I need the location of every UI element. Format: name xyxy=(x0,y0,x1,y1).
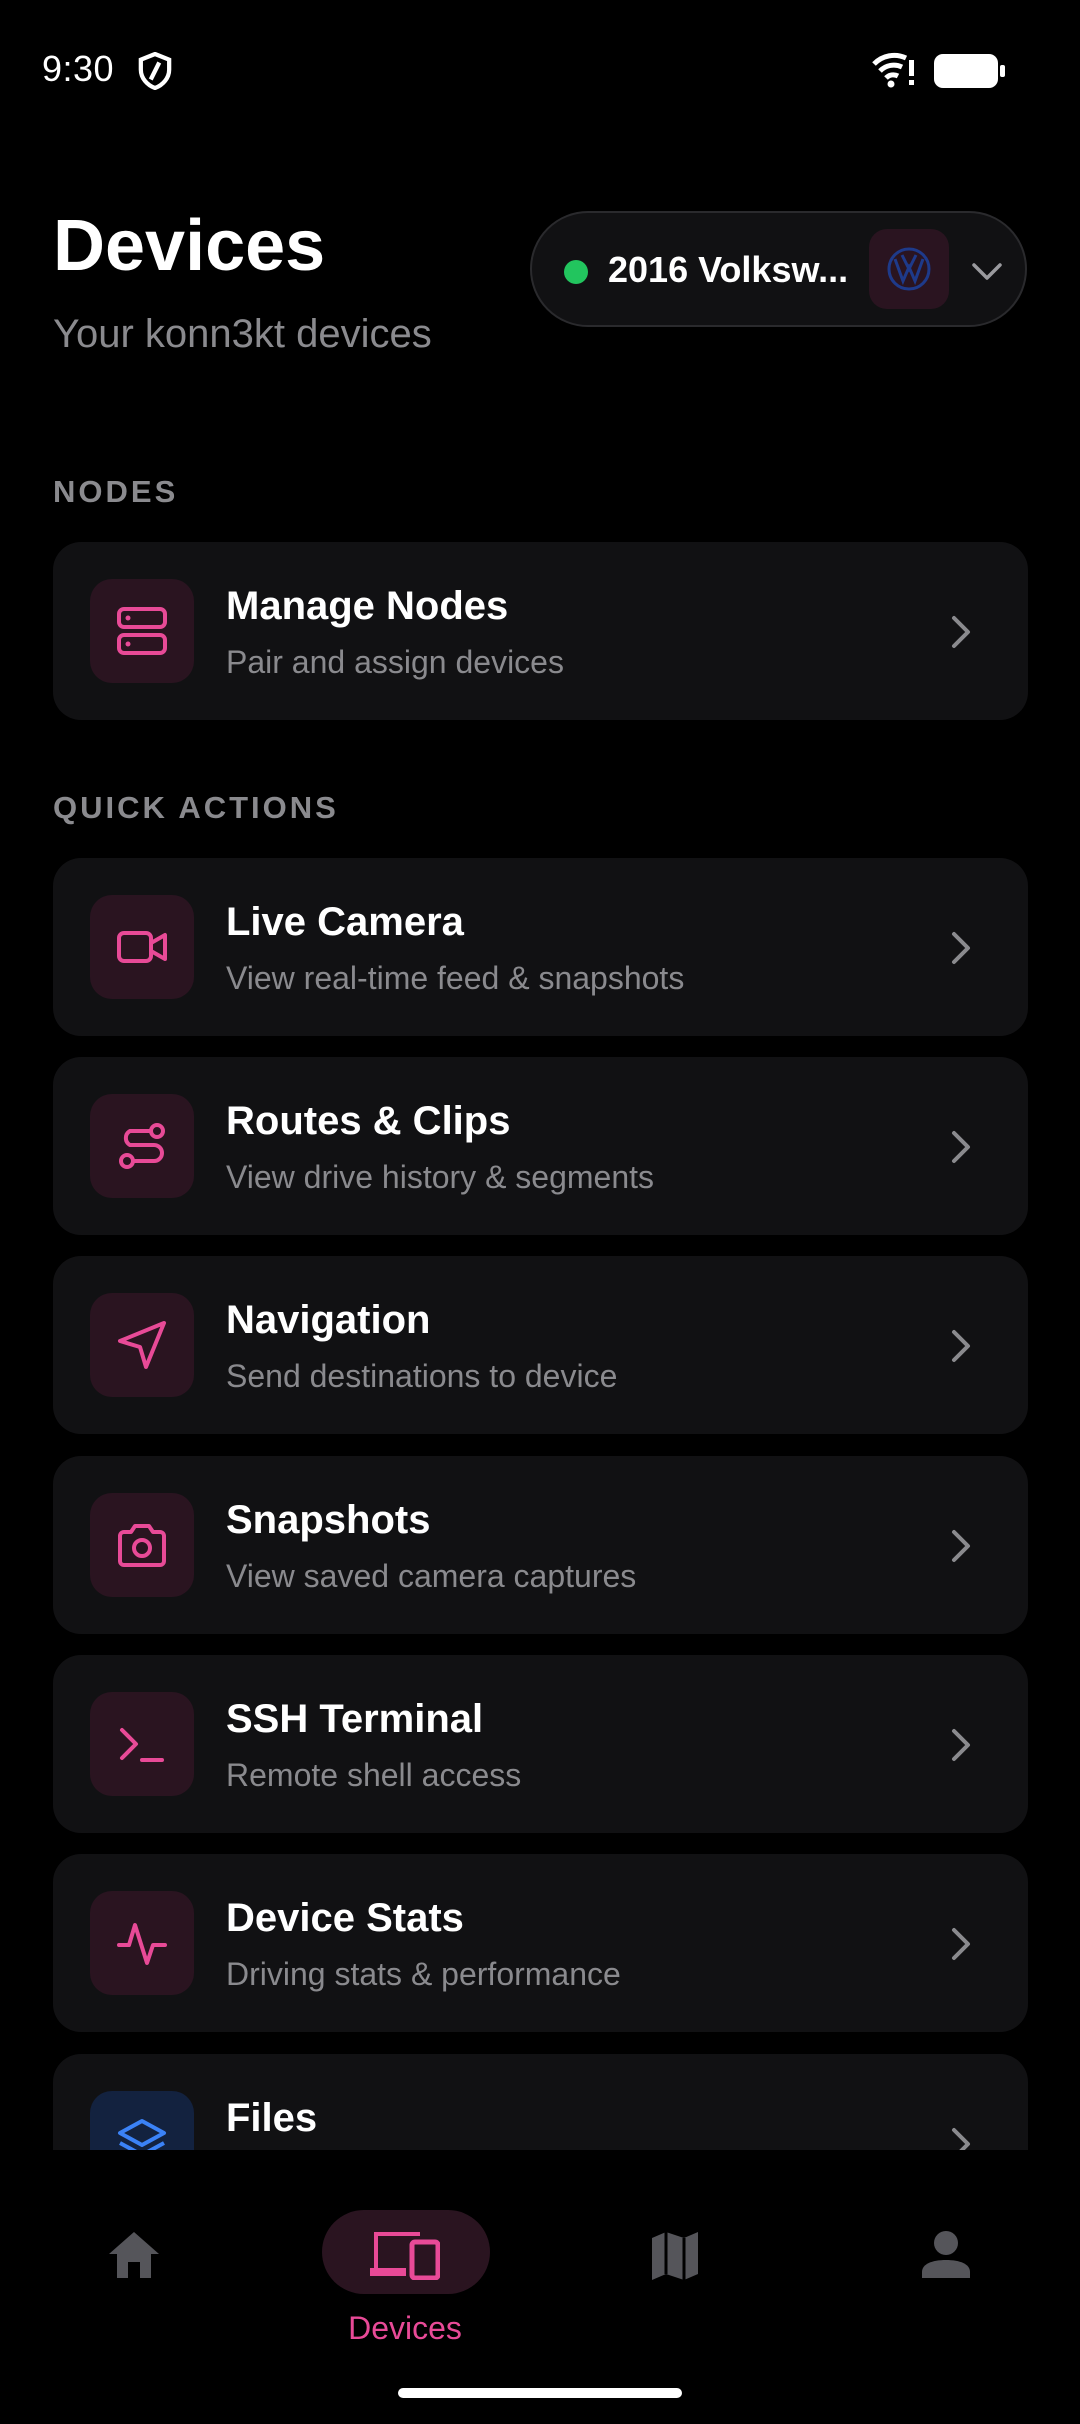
status-time: 9:30 xyxy=(42,48,115,89)
card-snapshots[interactable]: Snapshots View saved camera captures xyxy=(53,1456,1028,1634)
nav-label-devices: Devices xyxy=(348,2310,462,2346)
server-icon-tile xyxy=(90,579,194,683)
card-manage-nodes[interactable]: Manage Nodes Pair and assign devices xyxy=(53,542,1028,720)
activity-icon xyxy=(117,1923,167,1965)
card-subtitle: View saved camera captures xyxy=(226,1558,637,1594)
map-icon xyxy=(652,2232,698,2280)
home-indicator xyxy=(398,2388,682,2398)
card-title: Snapshots xyxy=(226,1498,431,1542)
route-icon-tile xyxy=(90,1094,194,1198)
card-subtitle: Driving stats & performance xyxy=(226,1956,621,1992)
wifi-icon xyxy=(872,52,914,88)
camera-icon-tile xyxy=(90,1493,194,1597)
chevron-right-icon xyxy=(952,1131,970,1163)
card-title: SSH Terminal xyxy=(226,1697,484,1741)
card-title: Live Camera xyxy=(226,900,464,944)
card-files[interactable]: Files xyxy=(53,2054,1028,2150)
nav-item-profile[interactable] xyxy=(810,2180,1080,2380)
chevron-right-icon xyxy=(952,616,970,648)
page-subtitle: Your konn3kt devices xyxy=(53,312,432,356)
section-label-nodes: NODES xyxy=(53,474,179,509)
vehicle-selector[interactable]: 2016 Volksw... xyxy=(530,211,1027,327)
home-icon xyxy=(109,2232,159,2278)
page-title: Devices xyxy=(53,206,326,286)
video-camera-icon xyxy=(117,931,167,963)
layers-icon-tile xyxy=(90,2091,194,2150)
chevron-right-icon xyxy=(952,2128,970,2150)
navigation-arrow-icon xyxy=(118,1321,166,1369)
card-navigation[interactable]: Navigation Send destinations to device xyxy=(53,1256,1028,1434)
online-status-dot xyxy=(564,260,588,284)
devices-screen: 9:30 Devices Your konn3kt devices 2016 V… xyxy=(0,0,1080,2424)
chevron-right-icon xyxy=(952,1530,970,1562)
scroll-content[interactable]: 9:30 Devices Your konn3kt devices 2016 V… xyxy=(0,0,1080,2150)
section-label-quick-actions: QUICK ACTIONS xyxy=(53,790,339,825)
chevron-down-icon xyxy=(972,263,1002,280)
vehicle-name: 2016 Volksw... xyxy=(608,249,849,290)
camera-icon xyxy=(118,1524,166,1567)
terminal-icon-tile xyxy=(90,1692,194,1796)
card-subtitle: View drive history & segments xyxy=(226,1159,655,1195)
status-bar: 9:30 xyxy=(0,0,1080,140)
route-icon xyxy=(119,1123,165,1169)
activity-icon-tile xyxy=(90,1891,194,1995)
vehicle-brand-logo xyxy=(869,229,949,309)
video-camera-icon-tile xyxy=(90,895,194,999)
nav-item-home[interactable] xyxy=(0,2180,270,2380)
card-subtitle: Pair and assign devices xyxy=(226,644,564,680)
card-live-camera[interactable]: Live Camera View real-time feed & snapsh… xyxy=(53,858,1028,1036)
card-routes-clips[interactable]: Routes & Clips View drive history & segm… xyxy=(53,1057,1028,1235)
devices-icon xyxy=(370,2232,440,2280)
navigation-arrow-icon-tile xyxy=(90,1293,194,1397)
card-title: Files xyxy=(226,2096,318,2140)
card-title: Routes & Clips xyxy=(226,1099,511,1143)
server-icon xyxy=(117,607,167,655)
card-device-stats[interactable]: Device Stats Driving stats & performance xyxy=(53,1854,1028,2032)
shield-icon xyxy=(138,52,172,90)
card-subtitle: Send destinations to device xyxy=(226,1358,618,1394)
layers-icon xyxy=(118,2119,166,2150)
person-icon xyxy=(922,2231,970,2278)
battery-icon xyxy=(934,54,1005,88)
card-ssh-terminal[interactable]: SSH Terminal Remote shell access xyxy=(53,1655,1028,1833)
chevron-right-icon xyxy=(952,1928,970,1960)
chevron-right-icon xyxy=(952,1729,970,1761)
card-title: Navigation xyxy=(226,1298,431,1342)
bottom-navigation: Devices xyxy=(0,2150,1080,2424)
card-subtitle: View real-time feed & snapshots xyxy=(226,960,685,996)
terminal-icon xyxy=(120,1728,164,1762)
card-subtitle: Remote shell access xyxy=(226,1757,522,1793)
nav-item-map[interactable] xyxy=(540,2180,810,2380)
nav-item-devices[interactable]: Devices xyxy=(270,2180,540,2380)
vw-logo-icon xyxy=(887,247,931,291)
card-title: Device Stats xyxy=(226,1896,464,1940)
chevron-right-icon xyxy=(952,1330,970,1362)
chevron-right-icon xyxy=(952,932,970,964)
card-title: Manage Nodes xyxy=(226,584,509,628)
